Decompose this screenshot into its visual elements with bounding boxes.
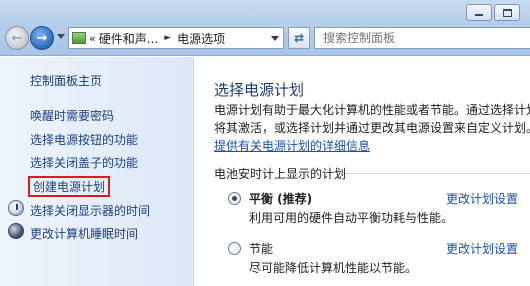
minimize-icon <box>475 13 483 16</box>
navigation-bar: ← → « 硬件和声... ► 电源选项 ⇄ <box>0 26 530 52</box>
maximize-icon <box>502 8 512 17</box>
description-text: 将其激活，或选择计划并通过更改其电源设置来自定义计划。 <box>214 121 530 135</box>
sidebar-item-close-lid[interactable]: 选择关闭盖子的功能 <box>30 154 138 171</box>
back-button[interactable]: ← <box>5 26 29 50</box>
control-panel-home-link[interactable]: 控制面板主页 <box>30 72 102 89</box>
control-panel-icon <box>72 32 86 44</box>
breadcrumb-overflow-icon[interactable]: « <box>89 32 96 45</box>
power-plan-details-link[interactable]: 提供有关电源计划的详细信息 <box>214 137 530 154</box>
description-text: 电源计划有助于最大化计算机的性能或者节能。通过选择计划来 <box>214 103 530 117</box>
description-line: 将其激活，或选择计划并通过更改其电源设置来自定义计划。请 <box>214 119 530 136</box>
plan-description: 利用可用的硬件自动平衡功耗与性能。 <box>249 211 454 225</box>
window-chrome: ← → « 硬件和声... ► 电源选项 ⇄ <box>0 0 530 56</box>
plan-description: 尽可能降低计算机性能以节能。 <box>249 261 418 275</box>
edit-plan-settings-link-power-saver[interactable]: 更改计划设置 <box>446 240 518 257</box>
breadcrumb-power-options[interactable]: 电源选项 <box>177 30 225 47</box>
search-box[interactable] <box>314 27 530 49</box>
forward-arrow-icon: → <box>36 30 48 46</box>
sidebar: 控制面板主页 唤醒时需要密码 选择电源按钮的功能 选择关闭盖子的功能 创建电源计… <box>0 57 194 286</box>
window-controls <box>466 4 520 21</box>
forward-button[interactable]: → <box>30 26 54 50</box>
maximize-button[interactable] <box>494 4 520 21</box>
plan-name[interactable]: 节能 <box>249 240 273 257</box>
sidebar-item-sleep-time[interactable]: 更改计算机睡眠时间 <box>30 225 138 242</box>
chevron-down-icon <box>271 35 279 41</box>
plan-name[interactable]: 平衡 (推荐) <box>249 190 312 207</box>
page-title: 选择电源计划 <box>214 81 305 99</box>
breadcrumb-separator-icon[interactable]: ► <box>164 33 171 43</box>
search-input[interactable] <box>323 31 530 45</box>
sidebar-item-require-password[interactable]: 唤醒时需要密码 <box>30 107 114 124</box>
minimize-button[interactable] <box>466 4 492 21</box>
group-divider <box>345 173 530 174</box>
edit-plan-settings-link-balanced[interactable]: 更改计划设置 <box>446 190 518 207</box>
sidebar-item-display-off-time[interactable]: 选择关闭显示器的时间 <box>30 202 150 219</box>
refresh-icon: ⇄ <box>293 31 305 45</box>
description-line: 电源计划有助于最大化计算机的性能或者节能。通过选择计划来 <box>214 101 530 118</box>
plan-power-saver-radio[interactable] <box>228 242 241 255</box>
sidebar-item-power-button[interactable]: 选择电源按钮的功能 <box>30 131 138 148</box>
refresh-button[interactable]: ⇄ <box>288 27 310 49</box>
clock-icon <box>8 200 24 216</box>
sidebar-item-create-power-plan[interactable]: 创建电源计划 <box>28 176 111 197</box>
address-bar[interactable]: « 硬件和声... ► 电源选项 <box>68 27 284 49</box>
moon-icon <box>8 223 24 239</box>
plan-balanced-radio[interactable] <box>228 192 241 205</box>
breadcrumb-hardware-sound[interactable]: 硬件和声... <box>99 30 158 47</box>
back-arrow-icon: ← <box>11 30 23 46</box>
main-content: 选择电源计划 电源计划有助于最大化计算机的性能或者节能。通过选择计划来 将其激活… <box>195 57 530 286</box>
recent-pages-dropdown[interactable] <box>57 34 65 39</box>
address-dropdown-button[interactable] <box>267 28 283 48</box>
plan-group-header: 电池安时计上显示的计划 <box>214 167 347 181</box>
